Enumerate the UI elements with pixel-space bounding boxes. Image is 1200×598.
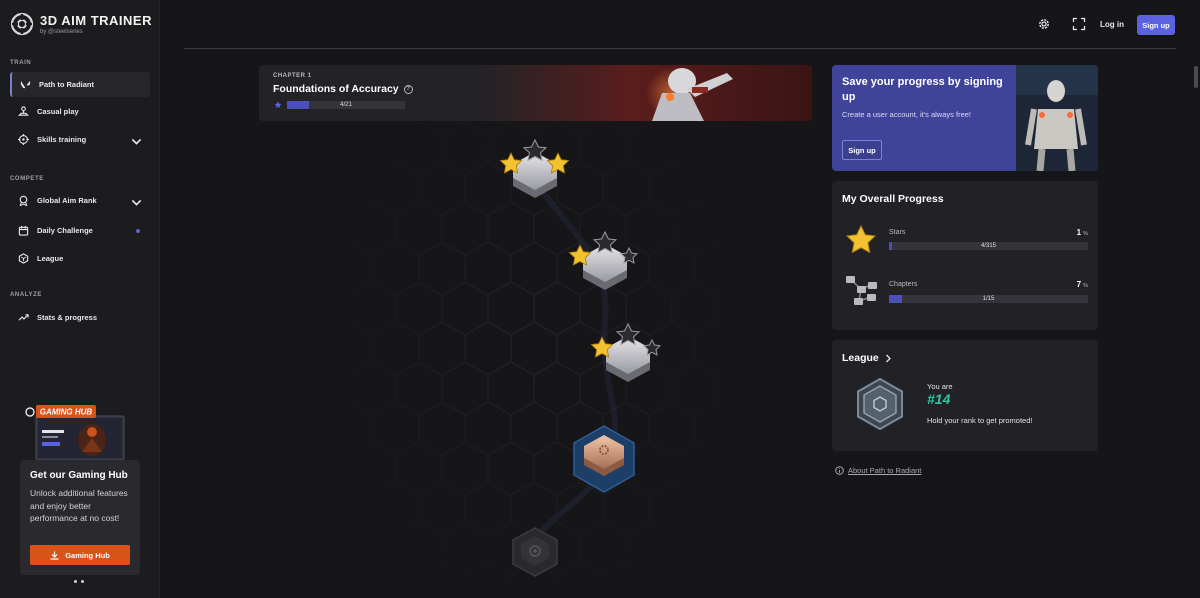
league-badge-icon — [857, 378, 903, 430]
trend-icon — [18, 314, 29, 321]
calendar-icon — [18, 225, 29, 236]
notification-dot — [136, 229, 140, 233]
save-progress-text: Create a user account, it's always free! — [842, 110, 971, 119]
stars-count: 4/315 — [980, 243, 996, 249]
chapters-progress-bar: 1/15 — [889, 295, 1088, 303]
valorant-icon — [20, 80, 31, 89]
save-progress-title: Save your progress by signing up — [842, 76, 1003, 103]
stars-percent: 1% — [1076, 228, 1088, 237]
gaming-hub-text: Unlock additional features and enjoy bet… — [30, 488, 128, 523]
robot-image — [1016, 65, 1098, 171]
carousel-dots[interactable] — [74, 580, 84, 583]
save-signup-button[interactable]: Sign up — [842, 140, 882, 160]
sidebar-item-label: Global Aim Rank — [37, 196, 97, 205]
league-title: League — [842, 352, 879, 364]
chapter-progress-bar: 4/21 — [287, 101, 405, 109]
app-logo[interactable]: 3D AIM TRAINER by @steelseries — [10, 12, 152, 36]
carousel-dot[interactable] — [81, 580, 84, 583]
chapter-label: CHAPTER 1 — [273, 73, 312, 79]
league-rank: #14 — [927, 391, 951, 407]
gaming-hub-button-label: Gaming Hub — [65, 550, 110, 560]
fullscreen-icon[interactable] — [1072, 17, 1086, 31]
chapter-title: Foundations of Accuracy — [273, 83, 399, 95]
league-icon — [18, 253, 29, 264]
star-icon — [845, 225, 877, 253]
gear-icon[interactable] — [1037, 17, 1051, 31]
chapters-label: Chapters — [889, 281, 918, 288]
sidebar-item-daily-challenge[interactable]: Daily Challenge — [10, 218, 150, 243]
league-message: Hold your rank to get promoted! — [927, 416, 1033, 425]
scrollbar-thumb[interactable] — [1194, 66, 1198, 88]
stars-progress-bar: 4/315 — [889, 242, 1088, 250]
sidebar-item-label: League — [37, 254, 64, 263]
chevron-down-icon — [131, 199, 142, 206]
overall-progress-panel: My Overall Progress Stars 1% 4/315 Chapt… — [832, 181, 1098, 330]
league-you-are: You are — [927, 382, 953, 391]
sidebar-item-skills-training[interactable]: Skills training — [10, 127, 150, 152]
section-compete: COMPETE — [10, 176, 44, 182]
signup-button[interactable]: Sign up — [1137, 15, 1175, 35]
gaming-hub-badge: GAMING HUB — [40, 408, 93, 417]
chapter-progress-count: 4/21 — [340, 102, 352, 108]
sidebar-item-casual-play[interactable]: Casual play — [10, 99, 150, 124]
sidebar-item-label: Daily Challenge — [37, 226, 93, 235]
carousel-dot[interactable] — [74, 580, 77, 583]
sidebar-item-global-aim-rank[interactable]: Global Aim Rank — [10, 188, 150, 213]
league-panel[interactable]: League You are #14 Hold your rank to get… — [832, 340, 1098, 451]
stars-label: Stars — [889, 229, 906, 236]
sidebar-item-path-to-radiant[interactable]: Path to Radiant — [10, 72, 150, 97]
sidebar-item-label: Path to Radiant — [39, 80, 95, 89]
crosshair-icon — [18, 134, 29, 145]
sidebar-item-label: Skills training — [37, 135, 87, 144]
sidebar-item-league[interactable]: League — [10, 246, 150, 271]
sidebar: 3D AIM TRAINER by @steelseries TRAIN Pat… — [0, 0, 160, 598]
gaming-hub-button[interactable]: Gaming Hub — [30, 545, 130, 565]
gaming-hub-card: Get our Gaming Hub Unlock additional fea… — [20, 460, 140, 575]
help-icon[interactable]: ? — [403, 84, 413, 94]
header-divider — [184, 48, 1176, 49]
gaming-hub-title: Get our Gaming Hub — [30, 470, 128, 481]
login-link[interactable]: Log in — [1100, 20, 1124, 29]
sidebar-item-stats-progress[interactable]: Stats & progress — [10, 305, 150, 330]
chapter-banner-image — [482, 65, 812, 121]
download-icon — [50, 551, 59, 560]
chapters-percent: 7% — [1076, 280, 1088, 289]
chapters-network-icon — [846, 276, 877, 305]
save-progress-card: Save your progress by signing up Create … — [832, 65, 1098, 171]
joystick-icon — [18, 106, 29, 116]
section-analyze: ANALYZE — [10, 292, 42, 298]
sidebar-item-label: Stats & progress — [37, 313, 98, 322]
sidebar-item-label: Casual play — [37, 107, 79, 116]
medal-icon — [19, 195, 28, 206]
section-train: TRAIN — [10, 60, 32, 66]
chapter-title-row: Foundations of Accuracy ? — [273, 83, 413, 95]
chapters-count: 1/15 — [982, 296, 995, 302]
league-title-row[interactable]: League — [842, 352, 892, 364]
info-icon — [835, 466, 844, 475]
chevron-down-icon — [131, 138, 142, 145]
chevron-right-icon — [885, 354, 891, 362]
app-title: 3D AIM TRAINER — [40, 12, 152, 28]
star-icon — [274, 101, 282, 109]
logo-icon — [10, 12, 34, 36]
about-path-label: About Path to Radiant — [848, 466, 922, 475]
chapter-card[interactable]: CHAPTER 1 Foundations of Accuracy ? 4/21 — [259, 65, 812, 121]
about-path-link[interactable]: About Path to Radiant — [835, 466, 921, 475]
app-subtitle: by @steelseries — [40, 28, 83, 35]
level-path-map — [350, 122, 720, 598]
overall-progress-title: My Overall Progress — [842, 193, 944, 205]
gaming-hub-preview-image[interactable]: GAMING HUB — [20, 404, 126, 460]
